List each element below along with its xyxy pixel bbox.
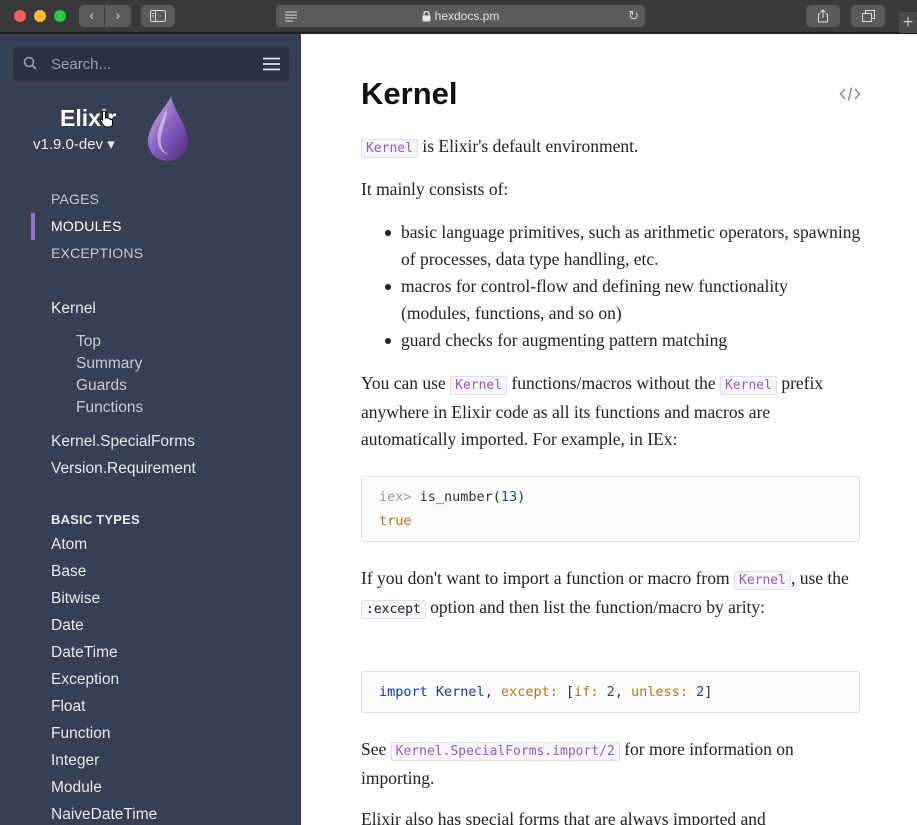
maximize-window-button[interactable] — [54, 10, 66, 22]
search-box — [13, 47, 289, 81]
tab-pages[interactable]: PAGES — [0, 189, 301, 216]
code-keyword: import — [379, 684, 428, 700]
sidebar-item-date[interactable]: Date — [51, 617, 84, 635]
doc-content: Kernel Kernel is Elixir's default enviro… — [301, 34, 917, 825]
url-text: hexdocs.pm — [434, 9, 500, 23]
code-number: 13 — [500, 489, 518, 505]
sidebar-item-datetime[interactable]: DateTime — [51, 644, 118, 662]
code-paren: ) — [517, 489, 526, 505]
sidebar-subitem-functions[interactable]: Functions — [76, 399, 143, 417]
sidebar-item-integer[interactable]: Integer — [51, 752, 99, 770]
sidebar-item-version-requirement[interactable]: Version.Requirement — [51, 460, 196, 478]
intro-paragraph: Kernel is Elixir's default environment. — [361, 133, 861, 162]
close-window-button[interactable] — [14, 10, 26, 22]
search-input[interactable] — [51, 47, 251, 81]
sidebar-item-module[interactable]: Module — [51, 779, 102, 797]
code-key: except: — [500, 684, 558, 700]
back-button[interactable]: ‹ — [79, 5, 105, 27]
address-bar[interactable]: hexdocs.pm ↻ — [276, 5, 645, 27]
code-punct: , — [614, 684, 632, 700]
sidebar-item-atom[interactable]: Atom — [51, 536, 87, 554]
reader-icon[interactable] — [284, 10, 298, 22]
kernel-code-link[interactable]: Kernel — [734, 571, 791, 590]
version-dropdown[interactable]: v1.9.0-dev ▾ — [33, 135, 115, 153]
special-forms-paragraph: Elixir also has special forms that are a… — [361, 809, 766, 825]
sidebar-item-kernel-specialforms[interactable]: Kernel.SpecialForms — [51, 433, 195, 451]
sidebar-item-naivedatetime[interactable]: NaiveDateTime — [51, 806, 157, 824]
lock-icon — [422, 10, 431, 21]
code-number: 2 — [687, 684, 705, 700]
except-paragraph: If you don't want to import a function o… — [361, 565, 861, 623]
tab-modules[interactable]: MODULES — [0, 213, 301, 243]
show-tabs-button[interactable] — [851, 5, 885, 27]
forward-button[interactable]: › — [105, 5, 131, 27]
except-option-code: :except — [361, 600, 426, 619]
feature-list: basic language primitives, such as arith… — [361, 219, 861, 354]
share-icon — [818, 9, 828, 23]
code-block-import: import Kernel, except: [if: 2, unless: 2… — [361, 671, 860, 713]
list-item: guard checks for augmenting pattern matc… — [385, 327, 861, 354]
code-module: Kernel — [427, 684, 485, 700]
sidebar-subitem-guards[interactable]: Guards — [76, 377, 127, 395]
history-nav: ‹ › — [79, 5, 131, 27]
usage-text-b: functions/macros without the — [507, 373, 720, 393]
intro-text: is Elixir's default environment. — [417, 136, 639, 156]
sidebar-item-base[interactable]: Base — [51, 563, 86, 581]
sidebar: Elixir v1.9.0-dev ▾ PAGES MODULES EXCEPT… — [0, 34, 301, 825]
sidebar-item-function[interactable]: Function — [51, 725, 110, 743]
except-text-a: If you don't want to import a function o… — [361, 568, 734, 588]
see-also-paragraph: See Kernel.SpecialForms.import/2 for mor… — [361, 736, 861, 792]
usage-paragraph: You can use Kernel functions/macros with… — [361, 370, 861, 453]
tabs-icon — [861, 10, 875, 22]
sidebar-toggle-button[interactable] — [141, 5, 175, 27]
code-block-iex: iex> is_number(13) true — [361, 476, 860, 542]
code-result: true — [379, 513, 412, 529]
menu-icon[interactable] — [263, 57, 280, 71]
sidebar-sections: PAGES MODULES EXCEPTIONS — [0, 189, 301, 270]
page-title: Kernel — [361, 76, 458, 111]
browser-toolbar: ‹ › hexdocs.pm ↻ + — [0, 0, 917, 33]
kernel-code-link[interactable]: Kernel — [450, 376, 508, 395]
new-tab-button[interactable]: + — [899, 12, 917, 33]
sidebar-subitem-summary[interactable]: Summary — [76, 355, 142, 373]
sidebar-item-bitwise[interactable]: Bitwise — [51, 590, 100, 608]
list-item: basic language primitives, such as arith… — [385, 219, 861, 273]
code-punct: [ — [557, 684, 575, 700]
share-button[interactable] — [806, 5, 840, 27]
cursor-icon — [99, 110, 113, 128]
iex-prompt: iex> — [379, 489, 420, 505]
minimize-window-button[interactable] — [34, 10, 46, 22]
kernel-code-link[interactable]: Kernel — [719, 376, 777, 395]
tab-exceptions[interactable]: EXCEPTIONS — [0, 243, 301, 270]
sidebar-item-exception[interactable]: Exception — [51, 671, 119, 689]
search-icon — [23, 56, 37, 70]
usage-text-a: You can use — [361, 373, 451, 393]
code-punct: ] — [704, 684, 713, 700]
consists-paragraph: It mainly consists of: — [361, 179, 509, 199]
import-doc-link[interactable]: Kernel.SpecialForms.import/2 — [390, 742, 620, 761]
sidebar-item-kernel[interactable]: Kernel — [51, 300, 96, 318]
kernel-code-link[interactable]: Kernel — [361, 139, 418, 158]
code-key: if: — [574, 684, 599, 700]
except-text-c: option and then list the function/macro … — [425, 597, 766, 617]
reload-icon[interactable]: ↻ — [628, 9, 639, 24]
code-call: is_number( — [419, 489, 501, 505]
see-text-a: See — [361, 739, 391, 759]
sidebar-item-float[interactable]: Float — [51, 698, 85, 716]
elixir-logo-icon — [148, 97, 188, 161]
sidebar-icon — [150, 10, 166, 22]
view-source-icon[interactable] — [839, 86, 861, 102]
sidebar-subitem-top[interactable]: Top — [76, 333, 101, 351]
list-item: macros for control-flow and defining new… — [385, 273, 861, 327]
code-number: 2 — [598, 684, 615, 700]
code-punct: , — [484, 684, 501, 700]
code-key: unless: — [631, 684, 688, 700]
group-heading-basic-types: BASIC TYPES — [51, 512, 140, 527]
except-text-b: , use the — [790, 568, 849, 588]
